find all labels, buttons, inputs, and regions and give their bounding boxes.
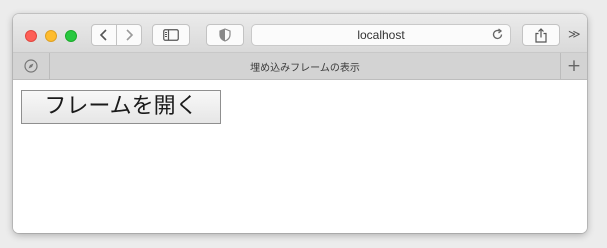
minimize-window-button[interactable] (45, 30, 57, 42)
chevron-left-icon (99, 29, 107, 41)
sidebar-toggle-button[interactable] (152, 24, 190, 46)
chevron-right-icon (126, 29, 134, 41)
compass-icon (24, 59, 38, 73)
tab-title: 埋め込みフレームの表示 (250, 62, 360, 74)
browser-window: localhost ≫ 埋め込みフレームの表示 + フレームを開く (13, 14, 587, 233)
tab-bar: 埋め込みフレームの表示 + (13, 53, 587, 80)
tab-active[interactable]: 埋め込みフレームの表示 (50, 53, 560, 79)
new-tab-button[interactable]: + (560, 53, 587, 79)
maximize-window-button[interactable] (65, 30, 77, 42)
privacy-report-button[interactable] (206, 24, 244, 46)
plus-icon: + (566, 56, 582, 76)
share-button[interactable] (522, 24, 560, 46)
forward-button[interactable] (116, 24, 142, 46)
address-text: localhost (357, 28, 405, 42)
close-window-button[interactable] (25, 30, 37, 42)
open-frame-button[interactable]: フレームを開く (21, 90, 221, 124)
back-button[interactable] (91, 24, 117, 46)
double-chevron-icon[interactable]: ≫ (568, 27, 581, 41)
sidebar-icon (163, 29, 179, 41)
shield-icon (219, 28, 231, 42)
share-icon (535, 27, 547, 43)
page-content: フレームを開く (13, 80, 587, 233)
address-bar[interactable]: localhost (251, 24, 511, 46)
reload-icon[interactable] (491, 28, 504, 41)
toolbar: localhost ≫ (13, 14, 587, 53)
tab-overview-button[interactable] (13, 53, 50, 79)
